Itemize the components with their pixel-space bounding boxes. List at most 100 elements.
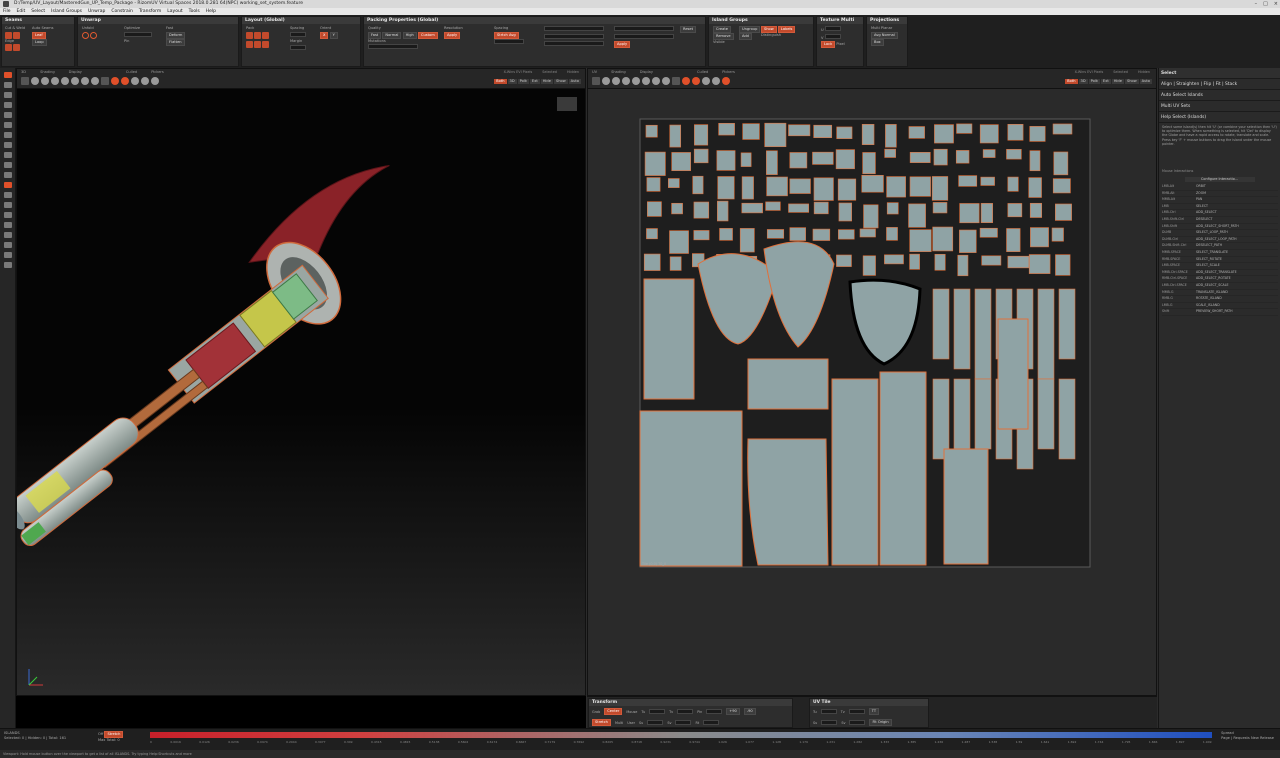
uv-island[interactable] [718, 123, 735, 136]
center-button[interactable]: Center [604, 708, 623, 715]
uv-island[interactable] [1052, 123, 1073, 135]
uv-canvas[interactable]: Tile (0,0) T0_0 [588, 89, 1156, 695]
pack-spacing-input[interactable] [494, 38, 524, 44]
uv-island[interactable] [979, 227, 998, 238]
vp3d-display4-icon[interactable] [91, 77, 99, 85]
orient-y-button[interactable]: Y [329, 31, 338, 39]
tv-input[interactable] [677, 709, 694, 714]
unfold-icon[interactable] [82, 31, 89, 39]
uv-island[interactable] [693, 201, 710, 219]
viewport-uv[interactable]: UV Shading Display Culled Pickers X-Wins… [587, 68, 1157, 696]
close-icon[interactable]: × [1274, 0, 1278, 8]
uv-island[interactable] [982, 149, 996, 158]
vp3d-frame-icon[interactable] [21, 77, 29, 85]
auto-select-islands-row[interactable]: Auto Select Islands [1159, 90, 1280, 101]
lock-button[interactable]: Lock [821, 41, 836, 48]
vp3d-pivot-icon[interactable] [121, 77, 129, 85]
uv-island[interactable] [789, 152, 808, 169]
uv-island[interactable] [1006, 228, 1021, 252]
uv-island[interactable] [740, 152, 752, 167]
uv-island[interactable] [1058, 378, 1076, 460]
vp3d-mode-show[interactable]: Show [553, 79, 568, 84]
vpuv-gizmo-icon[interactable] [682, 77, 690, 85]
uv-island[interactable] [766, 176, 788, 197]
uv-island[interactable] [932, 378, 950, 460]
quality-high-button[interactable]: High [402, 31, 417, 39]
uv-island[interactable] [1007, 176, 1019, 192]
menu-tools[interactable]: Tools [189, 8, 200, 15]
uv-island-left-tall[interactable] [643, 278, 695, 400]
uv-island-large-left[interactable] [639, 410, 743, 567]
uv-island[interactable] [645, 124, 658, 138]
vpuv-mode-ext[interactable]: Ext [1100, 79, 1111, 84]
avg-normal-button[interactable]: Avg Normal [871, 31, 898, 39]
uv-island[interactable] [765, 201, 781, 211]
uv-island[interactable] [886, 176, 906, 198]
quality-fast-button[interactable]: Fast [368, 31, 382, 39]
uv-island[interactable] [953, 288, 971, 370]
uv-island[interactable] [909, 229, 932, 252]
uv-island[interactable] [812, 228, 831, 241]
uv-island[interactable] [719, 228, 733, 241]
uv-island[interactable] [1007, 203, 1023, 218]
pack-slider-3[interactable] [544, 41, 604, 46]
uv-island[interactable] [1028, 254, 1051, 274]
tile-tu-input[interactable] [820, 709, 837, 714]
add-group-button[interactable]: Add [739, 33, 752, 40]
rotate-minus-90-button[interactable]: -90 [743, 708, 756, 715]
vpuv-culled-icon[interactable] [672, 77, 680, 85]
weld-icon[interactable] [13, 31, 21, 39]
stretch-button[interactable]: Stretch [592, 719, 611, 726]
scale-icon[interactable] [262, 31, 270, 39]
uv-island[interactable] [862, 255, 876, 276]
vpuv-mode-polk[interactable]: Polk [1088, 79, 1100, 84]
unpin-icon[interactable] [4, 262, 12, 268]
menu-edit[interactable]: Edit [17, 8, 26, 15]
uv-island[interactable] [861, 124, 875, 145]
uv-island[interactable] [932, 202, 948, 214]
uv-island[interactable] [981, 255, 1002, 266]
weld-tool-icon[interactable] [4, 192, 12, 198]
uv-island[interactable] [1055, 203, 1072, 221]
pin-input[interactable] [706, 709, 723, 714]
vp3d-sphere2-icon[interactable] [151, 77, 159, 85]
uv-island[interactable] [789, 227, 806, 241]
uv-island-right-strip[interactable] [997, 318, 1029, 430]
uv-island[interactable] [812, 151, 834, 165]
uv-island[interactable] [694, 124, 709, 146]
isolate-icon[interactable] [4, 222, 12, 228]
uv-island[interactable] [1055, 254, 1071, 276]
multi-uv-sets-row[interactable]: Multi UV Sets [1159, 101, 1280, 112]
margin-input[interactable] [290, 44, 306, 50]
polygon-mode-icon[interactable] [4, 102, 12, 108]
align-straighten-row[interactable]: Align | Straighten | Flip | Fit | Stack [1159, 79, 1280, 90]
vp3d-mode-both[interactable]: Both [494, 79, 507, 84]
vpuv-mode-auto[interactable]: Auto [1139, 79, 1152, 84]
uv-island[interactable] [884, 254, 904, 265]
handles-icon[interactable] [13, 44, 21, 51]
uv-island[interactable] [974, 288, 992, 380]
invert-selection-icon[interactable] [4, 152, 12, 158]
uv-island[interactable] [646, 177, 661, 192]
vpuv-sphere-icon[interactable] [712, 77, 720, 85]
tu-input[interactable] [649, 709, 666, 714]
uv-island[interactable] [974, 378, 992, 450]
pack-apply-red-button[interactable]: Apply [614, 41, 631, 48]
uv-island[interactable] [862, 152, 876, 175]
tile-tv-input[interactable] [848, 709, 865, 714]
vp3d-sphere-icon[interactable] [141, 77, 149, 85]
uv-island[interactable] [1051, 227, 1064, 242]
mutations-input[interactable] [368, 44, 418, 49]
sv-input[interactable] [675, 720, 692, 725]
pin-icon[interactable] [4, 252, 12, 258]
tile-su-input[interactable] [821, 720, 838, 725]
uv-island[interactable] [909, 176, 931, 197]
vp3d-mode-polk[interactable]: Polk [517, 79, 529, 84]
nav-cube-icon[interactable] [557, 97, 577, 111]
uv-island[interactable] [980, 203, 993, 223]
auto-seams-button[interactable]: Leaf [32, 31, 46, 39]
viewport-3d[interactable]: 3D Shading Display Culled Pickers X-Wins… [16, 68, 586, 696]
vp3d-culled-icon[interactable] [101, 77, 109, 85]
uv-island[interactable] [764, 122, 787, 148]
su-input[interactable] [647, 720, 664, 725]
